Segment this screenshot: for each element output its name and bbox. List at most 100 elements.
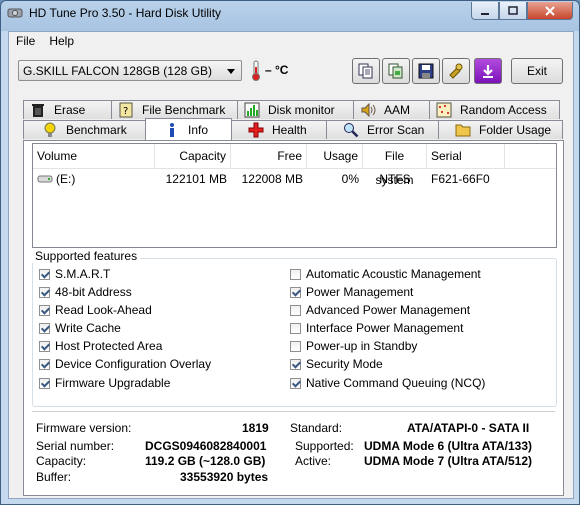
checkbox-unchecked [290,322,301,334]
column-free[interactable]: Free [231,144,307,168]
feature-label: Write Cache [55,321,121,335]
feature-label: S.M.A.R.T [55,267,111,281]
standard-value: ATA/ATAPI-0 - SATA II [407,421,530,435]
svg-text:?: ? [123,106,128,117]
active-value: UDMA Mode 7 (Ultra ATA/512) [364,454,533,468]
volume-list-header: Volume Capacity Free Usage File system S… [33,144,556,187]
tab-info[interactable]: Info [145,118,232,140]
checkbox-checked [39,286,50,298]
info-icon [170,122,174,137]
save-button[interactable] [412,58,440,84]
feature-48bit-address: 48-bit Address [39,284,132,300]
column-file-system[interactable]: File system [363,144,427,187]
supported-value: UDMA Mode 6 (Ultra ATA/133) [364,439,533,453]
disk-monitor-icon [244,102,260,118]
tab-aam[interactable]: AAM [353,100,430,119]
copy-screen-button[interactable] [382,58,410,84]
minimize-button[interactable] [471,2,499,20]
checkbox-checked [290,358,301,370]
checkbox-checked [39,268,50,280]
menu-help[interactable]: Help [42,32,81,52]
random-access-icon [436,102,452,118]
supported-features-label: Supported features [32,249,141,263]
feature-firmware-upgradable: Firmware Upgradable [39,375,170,391]
checkbox-unchecked [290,304,301,316]
feature-label: Firmware Upgradable [55,376,171,390]
drive-icon [37,175,53,183]
feature-label: Advanced Power Management [306,303,471,317]
title-bar[interactable]: HD Tune Pro 3.50 - Hard Disk Utility [1,1,579,27]
feature-device-configuration-overlay: Device Configuration Overlay [39,356,211,372]
column-serial[interactable]: Serial [427,144,505,168]
feature-power-up-in-standby: Power-up in Standby [290,338,417,354]
options-button[interactable] [442,58,470,84]
checkbox-checked [290,377,301,389]
checkbox-checked [39,377,50,389]
tab-benchmark[interactable]: Benchmark [23,120,146,139]
close-icon [545,5,555,16]
lightbulb-icon [44,122,56,137]
cell-serial: F621-66F0 [431,172,490,186]
tab-error-scan-label: Error Scan [367,123,425,137]
tab-health[interactable]: Health [231,120,327,139]
feature-label: Automatic Acoustic Management [306,267,481,281]
tab-disk-monitor-label: Disk monitor [268,103,335,117]
volume-list[interactable]: Volume Capacity Free Usage File system S… [32,143,557,248]
magnifier-icon [344,123,359,138]
hd-tune-app-icon [7,8,23,18]
maximize-button[interactable] [499,2,527,20]
feature-label: Native Command Queuing (NCQ) [306,376,486,390]
feature-write-cache: Write Cache [39,320,121,336]
copy-screen-icon [388,63,403,79]
tab-disk-monitor[interactable]: Disk monitor [237,100,354,119]
health-cross-icon [248,122,264,138]
tab-erase-label: Erase [54,103,86,117]
tab-erase[interactable]: Erase [23,100,112,119]
tab-folder-usage[interactable]: Folder Usage [438,120,563,139]
column-usage[interactable]: Usage [307,144,363,168]
column-volume[interactable]: Volume [33,144,155,168]
thermometer-icon [252,60,260,81]
tab-random-access[interactable]: Random Access [429,100,560,119]
close-button[interactable] [527,2,573,20]
save-icon [418,63,434,79]
tab-error-scan[interactable]: Error Scan [326,120,439,139]
cell-free: 122008 MB [241,172,303,186]
menu-file[interactable]: File [9,32,42,52]
tab-folder-usage-label: Folder Usage [479,123,552,137]
capacity-label: Capacity: [36,454,87,468]
table-row[interactable]: (E:) 122101 MB 122008 MB 0% NTFS F621-66… [33,170,556,188]
feature-security-mode: Security Mode [290,356,383,372]
tab-file-benchmark[interactable]: ? File Benchmark [111,100,238,119]
feature-label: Security Mode [306,357,383,371]
tab-file-benchmark-label: File Benchmark [142,103,226,117]
file-benchmark-icon: ? [119,102,133,118]
folder-icon [455,124,471,137]
copy-info-icon [358,63,373,79]
feature-host-protected-area: Host Protected Area [39,338,162,354]
divider [32,411,555,412]
download-button[interactable] [474,58,502,84]
minimize-icon [481,12,489,15]
capacity-value: 119.2 GB (~128.0 GB) [145,454,266,468]
tab-row-bottom: Benchmark Info Health Error Scan Folder … [23,118,563,140]
trash-icon [32,104,44,117]
firmware-value: 1819 [242,421,269,435]
volume-name: (E:) [56,172,76,186]
exit-button[interactable]: Exit [511,58,563,84]
drive-select[interactable]: G.SKILL FALCON 128GB (128 GB) [18,60,242,81]
buffer-label: Buffer: [36,470,72,484]
app-window: HD Tune Pro 3.50 - Hard Disk Utility Fil… [0,0,580,505]
tab-aam-label: AAM [384,103,411,117]
standard-label: Standard: [290,421,343,435]
tab-health-label: Health [272,123,307,137]
copy-info-button[interactable] [352,58,380,84]
download-icon [483,65,493,78]
options-icon [449,63,463,79]
toolbar: G.SKILL FALCON 128GB (128 GB) – °C Exit [9,54,573,90]
cell-file-system: NTFS [379,172,411,186]
tab-benchmark-label: Benchmark [66,123,127,137]
column-capacity[interactable]: Capacity [155,144,231,168]
checkbox-checked [39,304,50,316]
maximize-icon [508,5,518,15]
